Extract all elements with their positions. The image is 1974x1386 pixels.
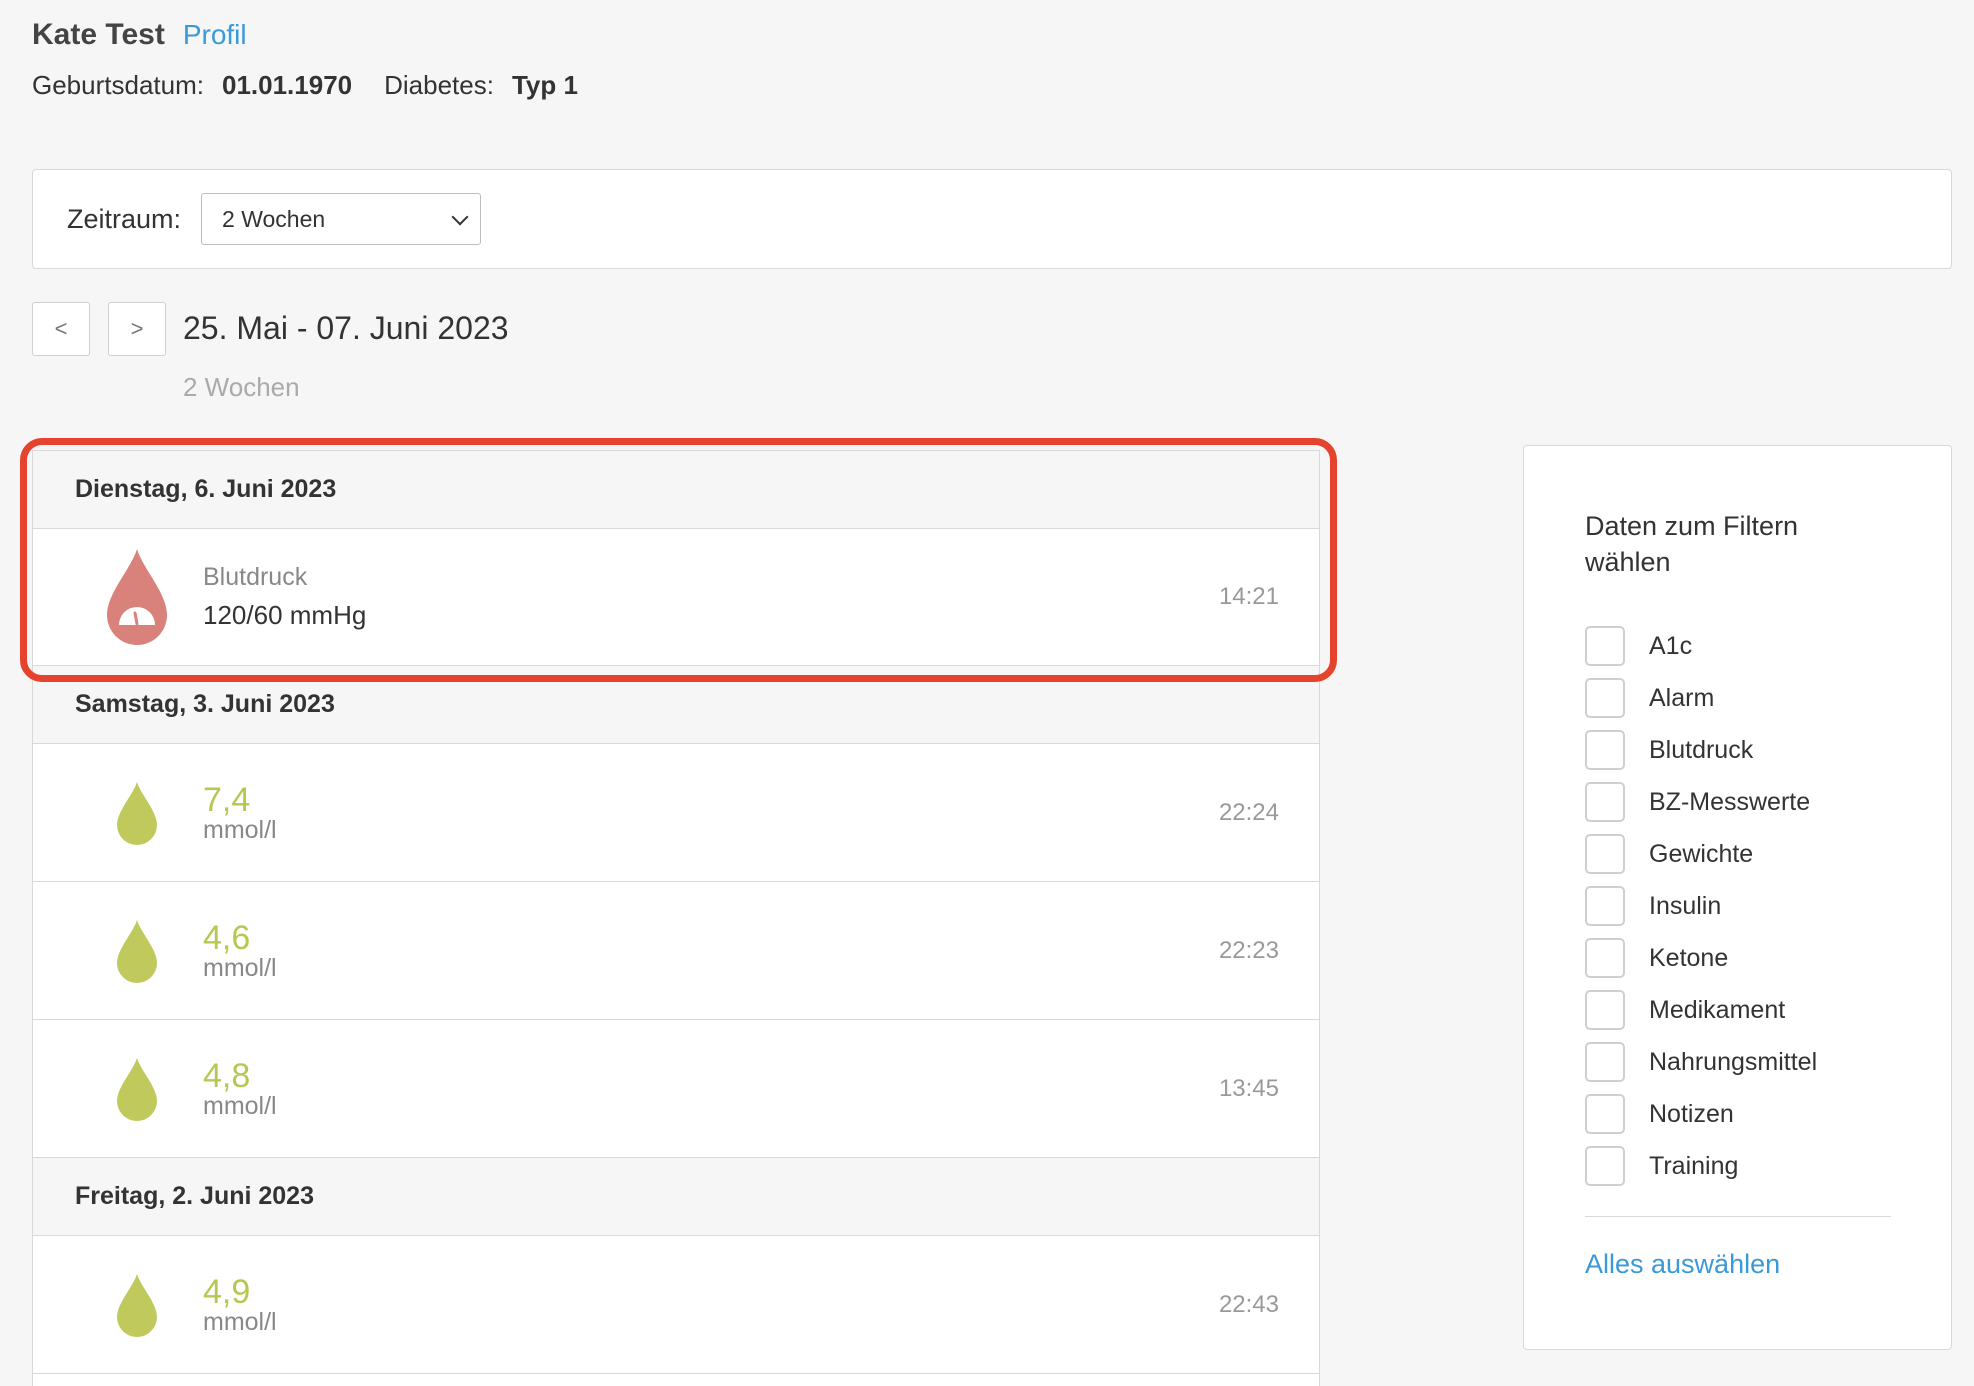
glucose-value: 4,6 (203, 918, 251, 957)
diabetes-value: Typ 1 (511, 70, 578, 100)
day-header: Freitag, 2. Juni 2023 (33, 1158, 1319, 1236)
filter-label: A1c (1649, 631, 1693, 660)
filter-option-alarm[interactable]: Alarm (1585, 672, 1951, 724)
day-header: Dienstag, 6. Juni 2023 (33, 451, 1319, 529)
patient-header: Kate Test Profil Geburtsdatum: 01.01.197… (32, 18, 610, 101)
filter-label: Training (1649, 1151, 1739, 1180)
entry-time: 22:43 (1218, 1290, 1279, 1318)
glucose-drop-icon (105, 763, 169, 863)
checkbox[interactable] (1585, 626, 1625, 666)
next-period-button[interactable]: > (108, 302, 166, 356)
glucose-unit: mmol/l (203, 815, 277, 844)
filter-label: Insulin (1649, 891, 1722, 920)
logbook-page: Kate Test Profil Geburtsdatum: 01.01.197… (0, 0, 1974, 1386)
entry-text: 4,6 mmol/l (203, 921, 277, 981)
entry-time: 22:24 (1218, 798, 1279, 826)
log-entry-blood-pressure[interactable]: Blutdruck 120/60 mmHg 14:21 (33, 529, 1319, 666)
entry-text: Blutdruck 120/60 mmHg (203, 563, 366, 631)
filter-option-weights[interactable]: Gewichte (1585, 828, 1951, 880)
glucose-drop-icon (105, 901, 169, 1001)
glucose-unit: mmol/l (203, 1091, 277, 1120)
entry-text: 4,9 mmol/l (203, 1275, 277, 1335)
birthdate-value: 01.01.1970 (221, 70, 353, 100)
glucose-unit: mmol/l (203, 953, 277, 982)
filter-label: Medikament (1649, 995, 1786, 1024)
entry-text: 7,4 mmol/l (203, 783, 277, 843)
patient-name: Kate Test (32, 18, 165, 51)
checkbox[interactable] (1585, 1094, 1625, 1134)
glucose-value: 4,9 (203, 1272, 251, 1311)
filter-panel: Daten zum Filtern wählen A1c Alarm Blutd… (1523, 445, 1952, 1350)
glucose-drop-icon (105, 1255, 169, 1355)
entry-text: 4,8 mmol/l (203, 1059, 277, 1119)
date-range-title: 25. Mai - 07. Juni 2023 (183, 310, 509, 346)
select-all-link[interactable]: Alles auswählen (1585, 1249, 1951, 1280)
entry-time: 13:45 (1218, 1074, 1279, 1102)
filter-option-ketones[interactable]: Ketone (1585, 932, 1951, 984)
filter-option-a1c[interactable]: A1c (1585, 620, 1951, 672)
patient-line: Kate Test Profil (32, 18, 610, 52)
timeframe-label: Zeitraum: (67, 203, 182, 234)
log-entry-glucose[interactable]: 7,4 mmol/l 22:24 (33, 744, 1319, 882)
filter-label: Alarm (1649, 683, 1715, 712)
filter-label: Nahrungsmittel (1649, 1047, 1818, 1076)
checkbox[interactable] (1585, 990, 1625, 1030)
log-entry-glucose[interactable]: 4,9 mmol/l 22:43 (33, 1236, 1319, 1374)
birthdate-label: Geburtsdatum: (32, 70, 204, 100)
filter-divider (1585, 1216, 1891, 1217)
filter-option-food[interactable]: Nahrungsmittel (1585, 1036, 1951, 1088)
checkbox[interactable] (1585, 782, 1625, 822)
filter-title: Daten zum Filtern wählen (1585, 511, 1799, 577)
filter-options: A1c Alarm Blutdruck BZ-Messwerte Gewicht… (1585, 620, 1951, 1192)
timeframe-selected-value: 2 Wochen (222, 205, 326, 232)
entry-time: 22:23 (1218, 936, 1279, 964)
entry-type: Blutdruck (203, 563, 308, 591)
glucose-value: 7,4 (203, 780, 251, 819)
blood-pressure-drop-icon (105, 547, 169, 647)
filter-label: BZ-Messwerte (1649, 787, 1811, 816)
patient-meta: Geburtsdatum: 01.01.1970 Diabetes: Typ 1 (32, 70, 610, 101)
logbook-list: Dienstag, 6. Juni 2023 Blutdruck 120/60 … (32, 450, 1320, 1386)
filter-option-bg-readings[interactable]: BZ-Messwerte (1585, 776, 1951, 828)
diabetes-label: Diabetes: (384, 70, 494, 100)
checkbox[interactable] (1585, 1042, 1625, 1082)
filter-label: Ketone (1649, 943, 1729, 972)
filter-label: Blutdruck (1649, 735, 1754, 764)
day-header: Samstag, 3. Juni 2023 (33, 666, 1319, 744)
filter-option-blood-pressure[interactable]: Blutdruck (1585, 724, 1951, 776)
entry-time: 14:21 (1218, 583, 1279, 610)
log-entry-glucose[interactable]: 4,8 mmol/l 13:45 (33, 1020, 1319, 1158)
checkbox[interactable] (1585, 678, 1625, 718)
filter-label: Notizen (1649, 1099, 1734, 1128)
checkbox[interactable] (1585, 834, 1625, 874)
checkbox[interactable] (1585, 1146, 1625, 1186)
log-entry-glucose[interactable]: 4,6 mmol/l 22:23 (33, 882, 1319, 1020)
glucose-value: 4,8 (203, 1056, 251, 1095)
profile-link[interactable]: Profil (183, 19, 247, 51)
previous-period-button[interactable]: < (32, 302, 90, 356)
timeframe-panel: Zeitraum: 2 Wochen (32, 169, 1952, 269)
checkbox[interactable] (1585, 938, 1625, 978)
filter-option-notes[interactable]: Notizen (1585, 1088, 1951, 1140)
filter-option-medication[interactable]: Medikament (1585, 984, 1951, 1036)
checkbox[interactable] (1585, 730, 1625, 770)
chevron-down-icon (451, 208, 469, 226)
glucose-unit: mmol/l (203, 1307, 277, 1336)
filter-option-training[interactable]: Training (1585, 1140, 1951, 1192)
date-range-period: 2 Wochen (183, 372, 300, 402)
filter-option-insulin[interactable]: Insulin (1585, 880, 1951, 932)
filter-label: Gewichte (1649, 839, 1754, 868)
entry-value: 120/60 mmHg (203, 600, 367, 630)
checkbox[interactable] (1585, 886, 1625, 926)
glucose-drop-icon (105, 1039, 169, 1139)
timeframe-select[interactable]: 2 Wochen (201, 193, 482, 245)
